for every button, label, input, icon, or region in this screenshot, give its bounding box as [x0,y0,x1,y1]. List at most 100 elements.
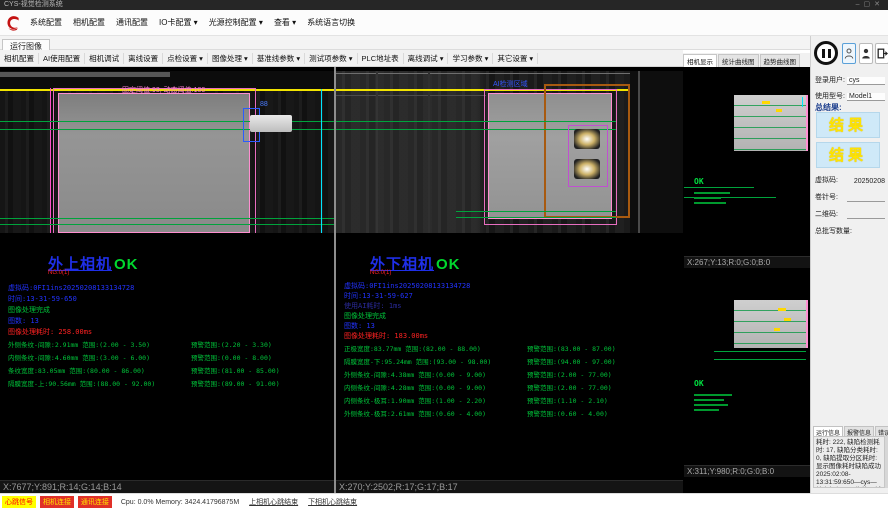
measurement-row: 隔膜宽度-下:95.24mm 范围:(93.00 - 98.00)预警范围:(9… [344,356,681,369]
main-area: 固定阈值:93, 动态阈值:100 88 外上相机OK NG:0(1) 虚拟码:… [0,67,810,493]
tab-stat-curve[interactable]: 统计曲线图 [718,54,759,67]
model-label: 使用型号: [815,91,845,101]
exit-door-icon [877,47,888,60]
tool-other-settings[interactable]: 其它设置 ▾ [493,53,538,64]
ng-count-text: NG:0(1) [48,270,69,276]
process-done-text: 图像处理完成 [8,305,50,315]
ai-time-text: 使用AI耗时: 1ms [344,301,402,311]
text-line-mark [694,394,732,396]
menu-io-config[interactable]: IO卡配置 ▾ [159,17,198,28]
tool-offline-debug[interactable]: 离线调试 ▾ [404,53,449,64]
user-button-active[interactable] [842,43,856,64]
measure-mark-yellow [778,308,786,311]
camera-view-upper: 固定阈值:93, 动态阈值:100 88 外上相机OK NG:0(1) 虚拟码:… [0,67,334,493]
machine-edge [638,71,640,233]
user-button[interactable] [859,43,873,64]
measure-line-green [0,224,334,225]
measurement-row: 内侧条纹-间隙:4.28mm 范围:(0.00 - 9.00)预警范围:(2.0… [344,382,681,395]
measure-mark-yellow [762,101,770,104]
menu-light-config[interactable]: 光源控制配置 ▾ [209,17,263,28]
measure-line-green [456,211,616,212]
result-box-upper: 结果 [816,112,880,138]
measure-line-green [714,351,806,352]
tool-learn-params[interactable]: 学习参数 ▾ [448,53,493,64]
result-box-lower: 结果 [816,142,880,168]
part-image [58,93,250,233]
tool-spot-check[interactable]: 点检设置 ▾ [163,53,208,64]
app-window: CYS-视觉检测系统 ‒▢✕ 系统配置 相机配置 通讯配置 IO卡配置 ▾ 光源… [0,0,888,522]
measure-line-green [456,217,616,218]
process-done-text: 图像处理完成 [344,311,386,321]
menu-system-config[interactable]: 系统配置 [30,17,62,28]
menu-view[interactable]: 查看 ▾ [274,17,296,28]
pixel-coordinate-bar: X:311;Y:980;R:0;G:0;B:0 [684,465,810,477]
tool-baseline-params[interactable]: 基准线参数 ▾ [253,53,305,64]
close-button[interactable]: ✕ [874,1,884,8]
camera-image-lower[interactable]: AI检测区域 [336,71,683,233]
menu-comm-config[interactable]: 通讯配置 [116,17,148,28]
virtual-code-label: 虚拟码: [815,175,838,185]
tool-camera-debug[interactable]: 相机调试 [85,53,124,64]
measure-line-green [336,121,616,122]
comm-connect-badge: 通讯连接 [78,496,112,508]
measure-line-green [714,359,806,360]
model-input[interactable]: Model1 [847,93,885,101]
qr-code-input[interactable] [847,218,885,219]
tab-trend-curve[interactable]: 趋势曲线图 [760,54,801,67]
menu-bar: 系统配置 相机配置 通讯配置 IO卡配置 ▾ 光源控制配置 ▾ 查看 ▾ 系统语… [0,10,888,36]
text-line-mark [694,409,719,411]
measure-mark-yellow [776,109,782,112]
edge-line-cyan [802,97,803,107]
login-user-input[interactable]: cys [847,77,885,85]
tool-offline-setting[interactable]: 离线设置 [124,53,163,64]
menu-language-switch[interactable]: 系统语言切换 [307,17,355,28]
logout-button[interactable] [875,43,888,64]
camera-connect-badge: 相机连接 [40,496,74,508]
small-view-result: OK [694,171,730,204]
log-text-area[interactable]: 耗时: 222, 缺陷检测耗时: 17, 缺陷分类耗时: 0, 缺陷提取分区耗时… [813,436,885,488]
edge-line-cyan [321,89,322,233]
tab-strip: 运行图像 [0,36,810,50]
small-camera-view-1[interactable]: OK X:267;Y:13;R:0;G:0;B:0 [684,75,810,268]
measurement-row: 隔膜宽度-上:90.56mm 范围:(88.00 - 92.00)预警范围:(8… [8,378,332,391]
result-ok-text: OK [114,256,139,273]
pin-number-input[interactable] [847,201,885,202]
tool-plc-address[interactable]: PLC地址表 [358,53,404,64]
menu-camera-config[interactable]: 相机配置 [73,17,105,28]
login-user-label: 登录用户: [815,75,845,85]
measurement-row: 外侧条纹-间隙:2.91mm 范围:(2.00 - 3.50)预警范围:(2.2… [8,339,332,352]
tab-camera-display[interactable]: 相机显示 [683,54,717,67]
measure-mark-yellow [774,328,780,331]
measurement-list: 外侧条纹-间隙:2.91mm 范围:(2.00 - 3.50)预警范围:(2.2… [8,339,332,391]
top-edge-highlight [0,72,170,77]
pixel-coordinate-bar: X:270;Y:2502;R:17;G:17;B:17 [336,480,683,493]
ng-count-text: NG:0(1) [370,270,391,276]
upper-camera-heartbeat-text: 上相机心跳结束 [249,499,298,506]
pause-button[interactable] [814,41,838,65]
toolbar: 相机配置 AI使用配置 相机调试 离线设置 点检设置 ▾ 图像处理 ▾ 基准线参… [0,50,683,67]
camera-image-upper[interactable]: 固定阈值:93, 动态阈值:100 88 [0,71,334,233]
user-filled-icon [861,47,871,60]
auxiliary-views: OK X:267;Y:13;R:0;G:0;B:0 OK [684,67,810,493]
small-view-result: OK [694,373,732,411]
status-bar: 心跳信号 相机连接 通讯连接 Cpu: 0.0% Memory: 3424.41… [0,493,888,522]
minimize-button[interactable]: ‒ [856,1,864,8]
tool-ai-usage-config[interactable]: AI使用配置 [39,53,85,64]
cpu-memory-text: Cpu: 0.0% Memory: 3424.41796875M [121,499,239,506]
user-icon [844,47,854,60]
tool-test-params[interactable]: 测试项参数 ▾ [305,53,357,64]
maximize-button[interactable]: ▢ [864,1,875,8]
measurement-row: 外侧条纹-间隙:4.38mm 范围:(0.00 - 9.00)预警范围:(2.0… [344,369,681,382]
measurement-row: 内侧条纹-极耳:1.90mm 范围:(1.00 - 2.20)预警范围:(1.1… [344,395,681,408]
machine-edge [376,71,378,233]
tool-image-process[interactable]: 图像处理 ▾ [208,53,253,64]
part-image [734,300,808,348]
roi-label-blue: 88 [260,101,268,108]
pin-number-label: 卷针号: [815,192,838,202]
tool-camera-config[interactable]: 相机配置 [0,53,39,64]
app-logo-icon [5,14,22,32]
title-bar: CYS-视觉检测系统 ‒▢✕ [0,0,888,10]
small-camera-view-2[interactable]: OK X:311;Y:980;R:0;G:0;B:0 [684,285,810,477]
capture-time-text: 时间:13-31-59-627 [344,291,413,301]
right-sidebar: 登录用户: cys 使用型号: Model1 总结果: 结果 结果 虚拟码: 2… [810,36,888,493]
